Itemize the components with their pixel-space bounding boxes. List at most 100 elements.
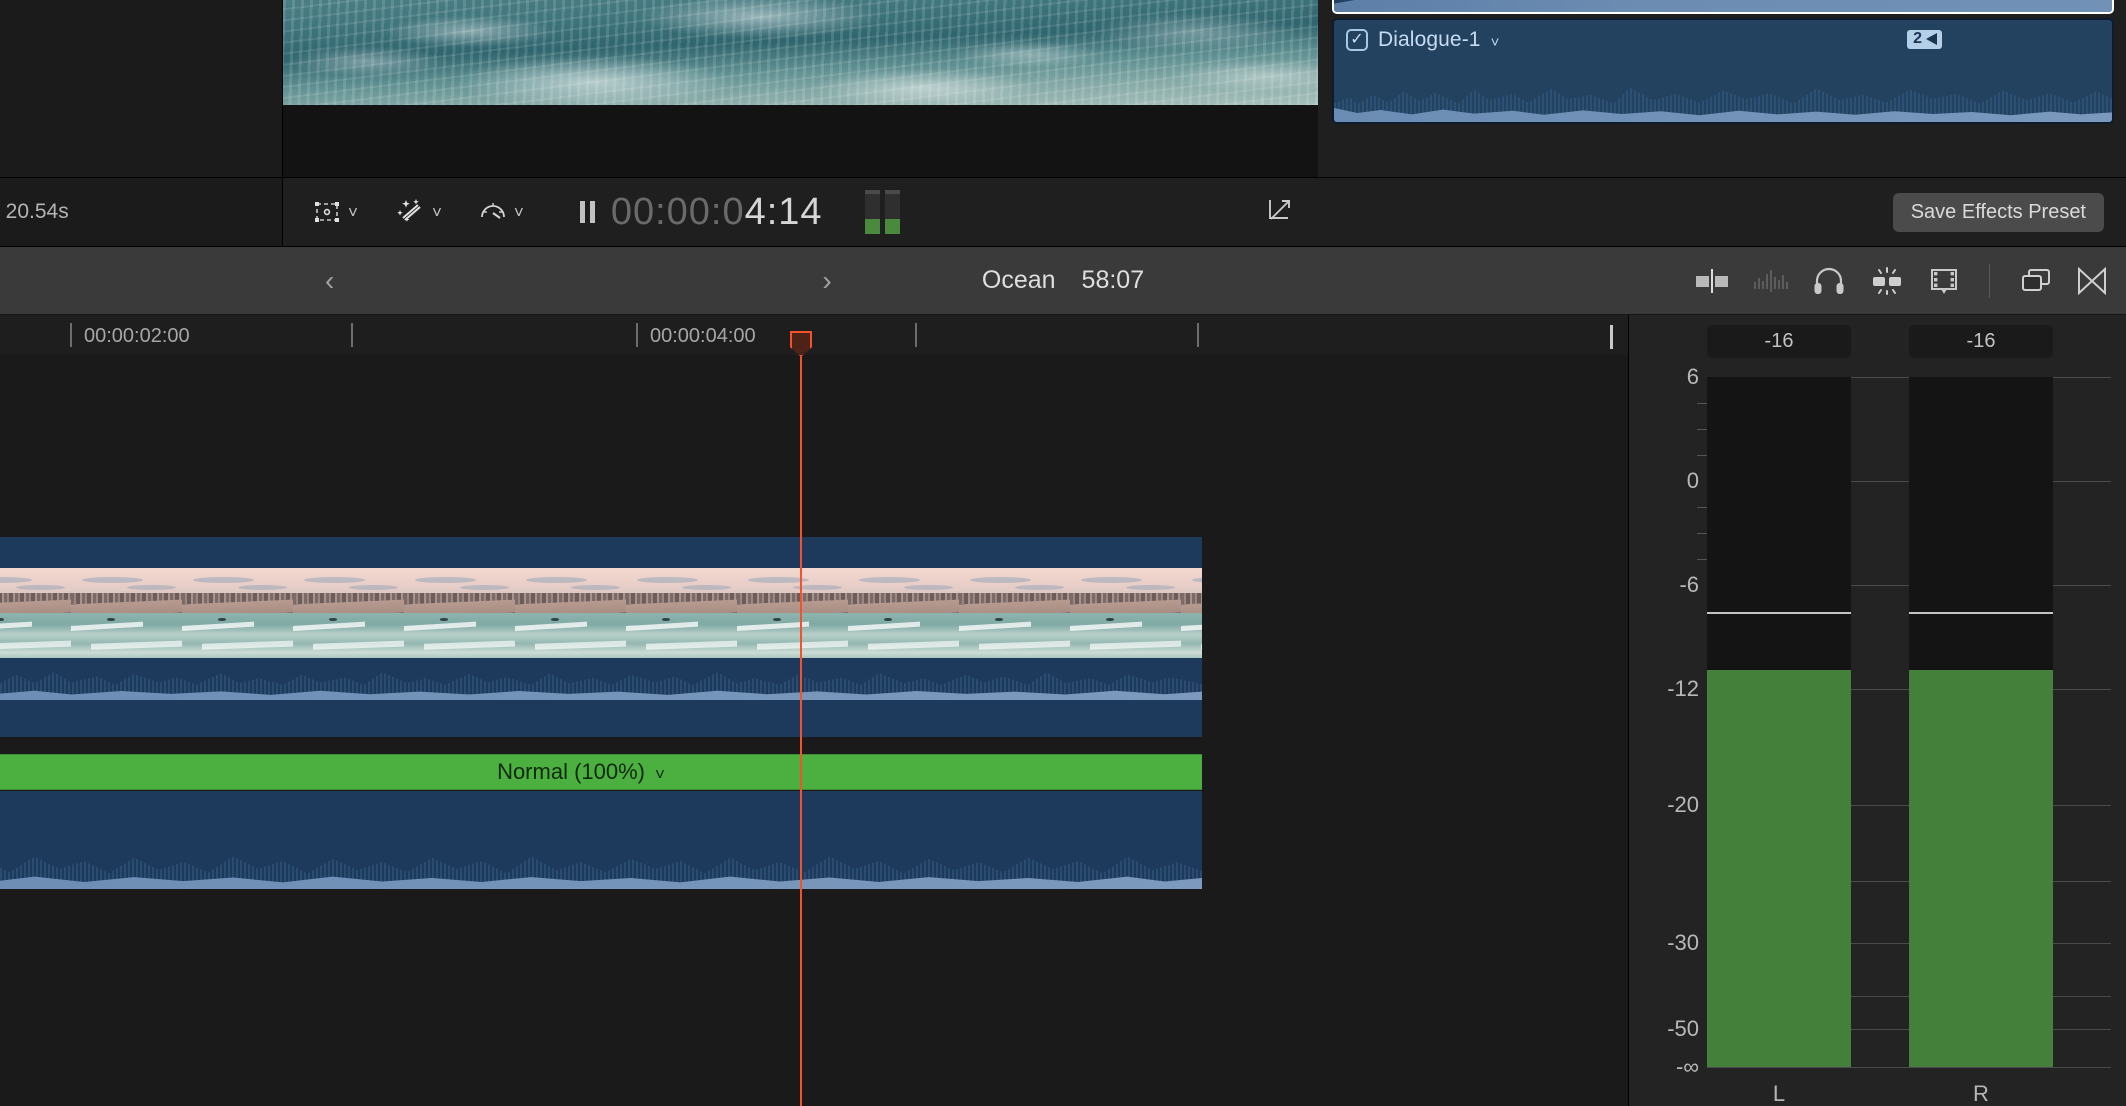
channel-count-badge[interactable]: 2 (1907, 30, 1942, 49)
meter-value-right: -16 (1909, 325, 2053, 358)
toolbar-divider (1989, 264, 1990, 298)
clip-top-bar (0, 537, 1202, 568)
final-cut-pro-window: ✓ Dialogue-1 ˅ 2 , 20.54s (0, 0, 2126, 1106)
chevron-down-icon[interactable]: ˅ (655, 766, 665, 783)
filmstrip-thumbnail (737, 568, 848, 658)
inspector-audio-area: ✓ Dialogue-1 ˅ 2 (1318, 0, 2126, 178)
timeline-end-marker (1610, 325, 1613, 349)
meter-tick-label: -30 (1667, 930, 1699, 956)
meter-peak-hold-left (1707, 612, 1851, 614)
filmstrip-thumbnail (71, 568, 182, 658)
retime-tool-button[interactable]: ˅ (478, 197, 524, 227)
meter-caption-right: R (1909, 1081, 2053, 1106)
viewer-left-pane (0, 0, 283, 178)
filmstrip-thumbnail (182, 568, 293, 658)
filmstrip-thumbnail (0, 568, 71, 658)
snapping-icon[interactable] (1695, 268, 1729, 294)
meter-minor-tick (1697, 507, 1707, 508)
waveform (1334, 0, 2112, 12)
clip-filmstrip (0, 568, 1202, 658)
ruler-label-2: 00:00:04:00 (650, 325, 756, 348)
meter-minor-tick (1697, 455, 1707, 456)
playhead[interactable] (800, 355, 802, 1106)
chevron-down-icon: ˅ (348, 204, 358, 221)
mini-meter-left (865, 190, 880, 234)
viewer-toolbar: ˅ ˅ (283, 178, 1318, 247)
expand-button[interactable] (1266, 196, 1294, 229)
speaker-icon (1926, 33, 1937, 45)
ruler-tick (1197, 323, 1199, 347)
retime-label: Normal (100%) (497, 759, 645, 785)
chevron-down-icon: ˅ (432, 204, 442, 221)
audio-clip-partial[interactable] (1332, 0, 2114, 14)
meter-minor-tick (1697, 429, 1707, 430)
save-effects-preset-button[interactable]: Save Effects Preset (1893, 193, 2104, 232)
meter-tick-label: -∞ (1676, 1054, 1699, 1080)
solo-icon[interactable] (1869, 267, 1905, 295)
viewer-video-frame (283, 0, 1318, 105)
next-button[interactable]: › (822, 265, 831, 297)
viewer-letterbox (283, 105, 1318, 178)
chevron-down-icon: ˅ (514, 204, 524, 221)
pause-button[interactable] (580, 201, 595, 223)
audio-clip-dialogue-1[interactable]: ✓ Dialogue-1 ˅ 2 (1332, 18, 2114, 124)
prev-button[interactable]: ‹ (325, 265, 334, 297)
timeline-canvas[interactable]: Normal (100%) ˅ (0, 355, 1628, 1106)
project-title: Ocean (982, 266, 1056, 295)
project-duration: 58:07 (1082, 266, 1145, 295)
timeline-toolbar-icons (1695, 264, 2108, 298)
viewer-duration-pane: , 20.54s (0, 178, 283, 247)
meter-scale: 6 0 -6 -12 -20 -30 -50 -∞ (1629, 315, 1707, 1106)
ruler-tick (636, 323, 638, 347)
meter-tick-label: -12 (1667, 676, 1699, 702)
window-layout-icon[interactable] (2020, 267, 2052, 295)
audio-skimming-icon[interactable] (1753, 268, 1789, 294)
timecode-lit: 4:14 (745, 191, 823, 233)
meter-tick-label: -6 (1679, 572, 1699, 598)
meter-minor-tick (1697, 403, 1707, 404)
timeline[interactable]: 00:00:02:00 00:00:04:00 (0, 315, 1628, 1106)
meter-minor-tick (1697, 559, 1707, 560)
ruler-tick (351, 323, 353, 347)
filmstrip-thumbnail (404, 568, 515, 658)
audio-clip-header: ✓ Dialogue-1 ˅ (1346, 28, 1499, 52)
video-clip[interactable] (0, 537, 1202, 737)
meter-caption-left: L (1707, 1081, 1851, 1106)
filmstrip-thumbnail (848, 568, 959, 658)
meter-column-left (1707, 377, 1851, 1067)
audio-lane-clip[interactable] (0, 791, 1202, 889)
viewer-canvas[interactable] (283, 0, 1318, 178)
viewer-mini-meters[interactable] (865, 190, 900, 234)
meter-minor-tick (1697, 533, 1707, 534)
viewer-timecode[interactable]: 00:00:04:14 (611, 191, 823, 234)
retime-label-group: Normal (100%) ˅ (497, 759, 665, 785)
timeline-ruler[interactable]: 00:00:02:00 00:00:04:00 (0, 315, 1628, 355)
ruler-tick (915, 323, 917, 347)
meter-peak-hold-right (1909, 612, 2053, 614)
audio-meters[interactable]: -16 -16 6 0 -6 -12 -20 -30 -50 -∞ (1628, 315, 2126, 1106)
transform-icon (312, 197, 342, 227)
meter-fill-right (1909, 670, 2053, 1067)
meter-tick-label: -20 (1667, 792, 1699, 818)
magic-wand-icon (394, 197, 426, 227)
timecode-dim: 00:00:0 (611, 191, 745, 233)
expand-arrows-icon (1266, 196, 1294, 224)
speedometer-icon (478, 197, 508, 227)
filmstrip-thumbnail (1070, 568, 1181, 658)
top-region: ✓ Dialogue-1 ˅ 2 , 20.54s (0, 0, 2126, 247)
timeline-index-icon[interactable] (2076, 267, 2108, 295)
meter-fill-left (1707, 670, 1851, 1067)
channel-count: 2 (1913, 31, 1922, 47)
clip-appearance-icon[interactable] (1929, 266, 1959, 296)
enhancement-tool-button[interactable]: ˅ (394, 197, 442, 227)
ruler-label-1: 00:00:02:00 (84, 325, 190, 348)
retime-bar[interactable]: Normal (100%) ˅ (0, 754, 1202, 790)
meter-gridline (1707, 1067, 2111, 1068)
filmstrip-thumbnail (626, 568, 737, 658)
duration-label: , 20.54s (0, 200, 69, 224)
enable-checkbox[interactable]: ✓ (1346, 29, 1368, 51)
inspector-toolbar: Save Effects Preset (1318, 178, 2126, 247)
transform-tool-button[interactable]: ˅ (312, 197, 358, 227)
headphones-icon[interactable] (1813, 267, 1845, 295)
chevron-down-icon[interactable]: ˅ (1491, 35, 1500, 50)
